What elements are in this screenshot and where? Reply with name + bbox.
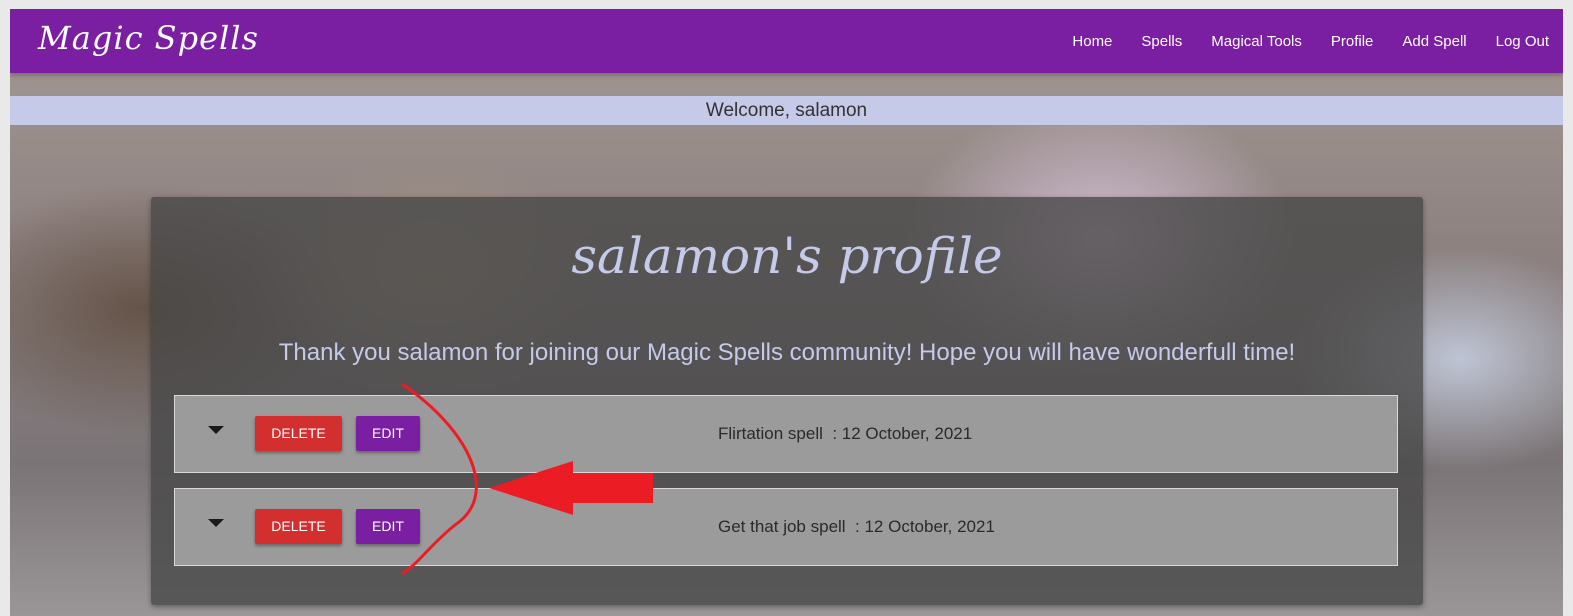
edit-button[interactable]: EDIT bbox=[356, 509, 420, 544]
navbar: Magic Spells Home Spells Magical Tools P… bbox=[10, 9, 1563, 73]
nav-links: Home Spells Magical Tools Profile Add Sp… bbox=[1043, 9, 1549, 73]
edit-button[interactable]: EDIT bbox=[356, 416, 420, 451]
brand-logo[interactable]: Magic Spells bbox=[38, 19, 259, 57]
profile-intro: Thank you salamon for joining our Magic … bbox=[278, 339, 1296, 366]
delete-button[interactable]: DELETE bbox=[255, 509, 342, 544]
profile-card: salamon's profile Thank you salamon for … bbox=[151, 197, 1423, 605]
spell-row-title[interactable]: Flirtation spell : 12 October, 2021 bbox=[718, 424, 972, 444]
delete-button[interactable]: DELETE bbox=[255, 416, 342, 451]
nav-link-magical-tools[interactable]: Magical Tools bbox=[1211, 33, 1302, 50]
nav-link-profile[interactable]: Profile bbox=[1331, 33, 1374, 50]
spell-row: DELETE EDIT Flirtation spell : 12 Octobe… bbox=[174, 395, 1398, 473]
page-frame: Magic Spells Home Spells Magical Tools P… bbox=[10, 9, 1563, 616]
welcome-banner: Welcome, salamon bbox=[10, 96, 1563, 125]
spell-row: DELETE EDIT Get that job spell : 12 Octo… bbox=[174, 488, 1398, 566]
caret-down-icon[interactable] bbox=[208, 519, 224, 527]
caret-down-icon[interactable] bbox=[208, 426, 224, 434]
nav-link-log-out[interactable]: Log Out bbox=[1496, 33, 1549, 50]
nav-link-add-spell[interactable]: Add Spell bbox=[1402, 33, 1466, 50]
spell-row-title[interactable]: Get that job spell : 12 October, 2021 bbox=[718, 517, 995, 537]
nav-link-home[interactable]: Home bbox=[1072, 33, 1112, 50]
profile-title: salamon's profile bbox=[571, 227, 1003, 285]
nav-link-spells[interactable]: Spells bbox=[1141, 33, 1182, 50]
